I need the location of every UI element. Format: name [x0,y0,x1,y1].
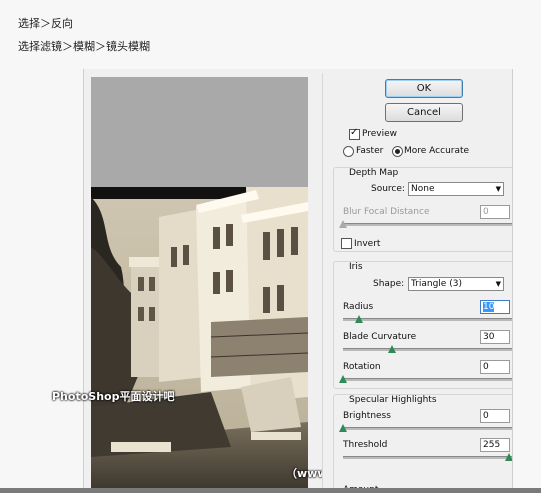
blade-curvature-field[interactable]: 30 [480,330,510,344]
more-accurate-label: More Accurate [404,146,470,156]
source-value: None [411,184,435,194]
shape-value: Triangle (3) [411,279,462,289]
brightness-field[interactable]: 0 [480,409,510,423]
blur-focal-distance-field[interactable]: 0 [480,205,510,219]
depth-map-title: Depth Map [349,168,399,178]
preview-photo [91,187,308,493]
specular-highlights-title: Specular Highlights [349,395,437,405]
step-text-lens-blur: 选择滤镜＞模糊＞镜头模糊 [18,40,150,53]
bottom-strip [0,488,541,493]
checkmark-icon: ✓ [350,127,359,138]
more-accurate-radio[interactable] [392,146,403,157]
step-text-invert: 选择＞反向 [18,17,73,30]
slider-thumb-icon[interactable] [388,345,396,353]
slider-thumb-icon[interactable] [339,424,347,432]
slider-thumb-icon[interactable] [355,315,363,323]
blur-focal-distance-label: Blur Focal Distance [343,207,430,217]
lens-blur-options-panel: OK Cancel ✓ Preview Faster More Accurate… [322,73,512,493]
cancel-button[interactable]: Cancel [385,103,463,122]
threshold-label: Threshold [343,440,388,450]
brightness-slider[interactable] [339,424,512,432]
threshold-slider[interactable] [343,453,512,461]
threshold-field[interactable]: 255 [480,438,510,452]
shape-label: Shape: [373,279,405,289]
dropdown-arrow-icon: ▼ [495,280,501,288]
shape-select[interactable]: Triangle (3) ▼ [408,277,504,291]
radius-value: 10 [483,302,495,312]
dropdown-arrow-icon: ▼ [495,185,501,193]
radius-slider[interactable] [343,315,512,323]
slider-thumb-icon[interactable] [505,453,512,461]
radius-field[interactable]: 10 [480,300,510,314]
rotation-label: Rotation [343,362,381,372]
source-label: Source: [371,184,405,194]
slider-thumb-icon[interactable] [339,375,347,383]
blade-curvature-label: Blade Curvature [343,332,417,342]
preview-checkbox[interactable]: ✓ [349,127,360,140]
blade-curvature-slider[interactable] [343,345,512,353]
preview-label: Preview [362,129,398,139]
invert-label: Invert [354,239,381,249]
iris-title: Iris [349,262,363,272]
watermark-left: PhotoShop平面设计吧 [52,390,175,403]
preview-canvas[interactable] [91,77,308,493]
ok-button[interactable]: OK [385,79,463,98]
source-select[interactable]: None ▼ [408,182,504,196]
radius-label: Radius [343,302,374,312]
blur-focal-distance-slider[interactable] [339,220,512,228]
faster-radio[interactable] [343,146,354,157]
slider-thumb-icon[interactable] [339,220,347,228]
brightness-label: Brightness [343,411,391,421]
invert-checkbox[interactable] [341,238,352,249]
rotation-slider[interactable] [339,375,512,383]
rotation-field[interactable]: 0 [480,360,510,374]
faster-label: Faster [356,146,384,156]
